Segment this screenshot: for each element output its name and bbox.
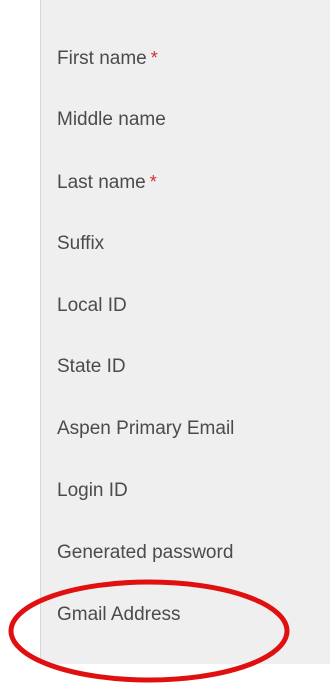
field-label-generated-password: Generated password: [57, 539, 233, 567]
field-label-text: Local ID: [57, 295, 127, 316]
field-label-text: State ID: [57, 356, 126, 377]
field-label-text: First name: [57, 48, 147, 69]
field-label-first-name: First name *: [57, 44, 158, 72]
field-label-text: Last name: [57, 172, 146, 193]
field-label-state-id: State ID: [57, 353, 126, 381]
field-label-text: Gmail Address: [57, 604, 181, 625]
field-label-text: Login ID: [57, 480, 128, 501]
form-screenshot: First name * Middle name Last name * Suffi…: [0, 0, 330, 694]
field-label-aspen-primary-email: Aspen Primary Email: [57, 415, 234, 443]
field-label-text: Suffix: [57, 233, 105, 254]
field-label-text: Middle name: [57, 109, 166, 130]
field-label-gmail-address: Gmail Address: [57, 601, 181, 629]
field-label-local-id: Local ID: [57, 292, 127, 320]
field-label-suffix: Suffix: [57, 230, 104, 258]
required-asterisk: *: [150, 48, 158, 68]
field-label-login-id: Login ID: [57, 477, 128, 505]
field-label-text: Generated password: [57, 542, 234, 563]
field-label-middle-name: Middle name: [57, 106, 166, 134]
required-asterisk: *: [149, 172, 157, 192]
field-label-last-name: Last name *: [57, 168, 157, 196]
field-label-text: Aspen Primary Email: [57, 418, 235, 439]
